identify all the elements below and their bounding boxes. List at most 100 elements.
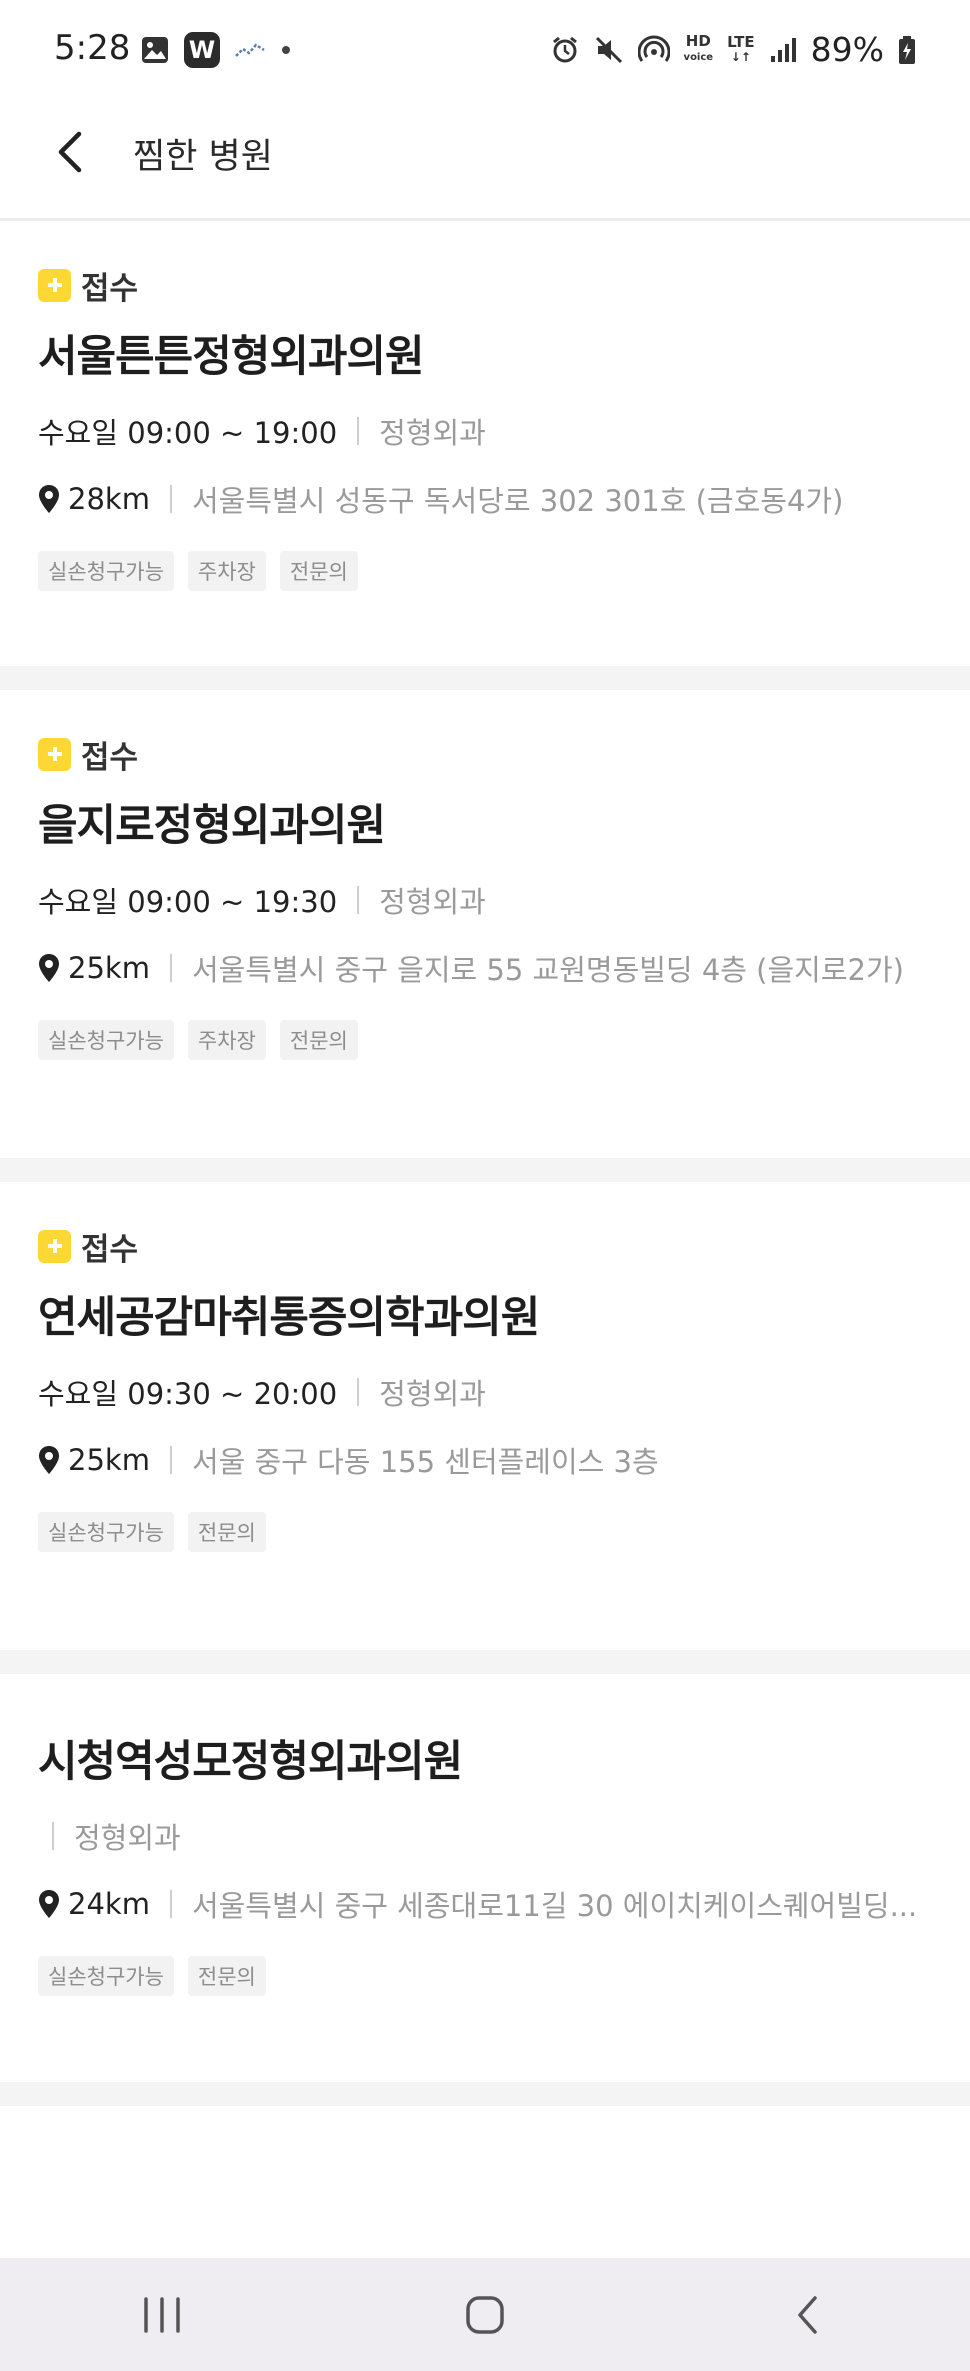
system-back-button[interactable] xyxy=(748,2265,868,2365)
address: 서울특별시 성동구 독서당로 302 301호 (금호동4가) xyxy=(191,484,844,518)
reception-label: 접수 xyxy=(81,270,139,307)
hospital-card[interactable]: 시청역성모정형외과의원 정형외과 24km 서울특별시 중구 세종대로11길 3… xyxy=(0,1674,970,2082)
card-divider xyxy=(0,666,970,690)
card-divider xyxy=(0,2082,970,2106)
home-button[interactable] xyxy=(425,2265,545,2365)
lte-icon: LTE ↓↑ xyxy=(727,33,755,65)
location-pin-icon xyxy=(38,483,62,515)
back-button[interactable] xyxy=(40,122,100,182)
battery-percent: 89% xyxy=(810,30,884,69)
location-pin-icon xyxy=(38,952,62,984)
mute-icon xyxy=(594,35,624,65)
hospital-list: 접수 서울튼튼정형외과의원 수요일 09:00 ~ 19:00 정형외과 28k… xyxy=(0,221,970,2106)
tag-list: 실손청구가능 주차장 전문의 xyxy=(38,551,932,591)
tag-list: 실손청구가능 전문의 xyxy=(38,1956,932,1996)
tag: 전문의 xyxy=(279,1020,358,1060)
distance: 28km xyxy=(68,482,150,516)
tag: 주차장 xyxy=(187,551,266,591)
location-row: 25km 서울 중구 다동 155 센터플레이스 3층 xyxy=(38,1438,932,1482)
lte-label: LTE xyxy=(727,33,755,51)
department: 정형외과 xyxy=(74,1821,181,1855)
location-row: 25km 서울특별시 중구 을지로 55 교원명동빌딩 4층 (을지로2가) xyxy=(38,946,932,990)
battery-charging-icon xyxy=(898,35,916,65)
tag: 실손청구가능 xyxy=(38,1956,174,1996)
location-pin-icon xyxy=(38,1888,62,1920)
card-divider xyxy=(0,1158,970,1182)
tag: 전문의 xyxy=(187,1956,266,1996)
more-notifications-dot-icon xyxy=(280,44,292,56)
status-left-icons: W xyxy=(140,32,292,68)
hospital-name: 을지로정형외과의원 xyxy=(38,801,386,851)
tag: 실손청구가능 xyxy=(38,1512,174,1552)
tag: 전문의 xyxy=(187,1512,266,1552)
tag: 실손청구가능 xyxy=(38,1020,174,1060)
separator xyxy=(169,1890,172,1918)
hd-voice-icon: HD voice xyxy=(684,34,714,65)
hours-row: 수요일 09:00 ~ 19:00 정형외과 xyxy=(38,409,932,453)
reception-badge: 접수 xyxy=(38,265,932,307)
distance: 25km xyxy=(68,951,150,985)
hours-row: 정형외과 xyxy=(38,1814,932,1858)
hospital-name: 시청역성모정형외과의원 xyxy=(38,1737,463,1787)
hours-row: 수요일 09:00 ~ 19:30 정형외과 xyxy=(38,878,932,922)
reception-badge: 접수 xyxy=(38,734,932,776)
department: 정형외과 xyxy=(379,885,486,919)
hospital-card[interactable]: 접수 연세공감마취통증의학과의원 수요일 09:30 ~ 20:00 정형외과 … xyxy=(0,1182,970,1650)
location-row: 24km 서울특별시 중구 세종대로11길 30 에이치케이스퀘어빌딩... xyxy=(38,1882,932,1926)
reception-badge: 접수 xyxy=(38,1226,932,1268)
separator xyxy=(357,1378,360,1406)
hotspot-icon xyxy=(637,35,670,65)
chevron-left-icon xyxy=(58,131,82,173)
department: 정형외과 xyxy=(379,416,486,450)
location-row: 28km 서울특별시 성동구 독서당로 302 301호 (금호동4가) xyxy=(38,477,932,521)
recent-apps-button[interactable] xyxy=(102,2265,222,2365)
separator xyxy=(169,1446,172,1474)
tag-list: 실손청구가능 전문의 xyxy=(38,1512,932,1552)
department: 정형외과 xyxy=(379,1377,486,1411)
separator xyxy=(52,1822,54,1850)
separator xyxy=(169,954,172,982)
status-right-icons: HD voice LTE ↓↑ 89% xyxy=(550,30,916,69)
chart-notification-icon xyxy=(234,40,266,60)
opening-hours: 수요일 09:00 ~ 19:30 xyxy=(38,885,338,919)
separator xyxy=(357,886,360,914)
distance: 25km xyxy=(68,1443,150,1477)
tag: 주차장 xyxy=(187,1020,266,1060)
app-bar: 찜한 병원 xyxy=(0,100,970,221)
opening-hours: 수요일 09:30 ~ 20:00 xyxy=(38,1377,338,1411)
gallery-icon xyxy=(140,35,170,65)
card-divider xyxy=(0,1650,970,1674)
tag: 전문의 xyxy=(279,551,358,591)
system-nav-bar xyxy=(0,2258,970,2371)
signal-icon xyxy=(769,36,797,64)
opening-hours: 수요일 09:00 ~ 19:00 xyxy=(38,416,338,450)
hospital-name: 서울튼튼정형외과의원 xyxy=(38,332,425,382)
distance: 24km xyxy=(68,1887,150,1921)
alarm-icon xyxy=(550,35,580,65)
separator xyxy=(169,485,172,513)
status-time: 5:28 xyxy=(54,28,131,68)
address: 서울 중구 다동 155 센터플레이스 3층 xyxy=(191,1445,659,1479)
hd-voice-bottom: voice xyxy=(683,52,714,63)
plus-icon xyxy=(38,268,71,302)
tag: 실손청구가능 xyxy=(38,551,174,591)
hospital-name: 연세공감마취통증의학과의원 xyxy=(38,1293,540,1343)
w-app-icon: W xyxy=(184,32,220,68)
back-icon xyxy=(798,2295,818,2334)
reception-label: 접수 xyxy=(81,1231,139,1268)
reception-label: 접수 xyxy=(81,739,139,776)
hd-voice-top: HD xyxy=(685,32,711,50)
location-pin-icon xyxy=(38,1444,62,1476)
plus-icon xyxy=(38,1229,71,1263)
status-bar: 5:28 W HD voice LTE ↓↑ 89% xyxy=(0,0,970,100)
hours-row: 수요일 09:30 ~ 20:00 정형외과 xyxy=(38,1370,932,1414)
recent-apps-icon xyxy=(143,2296,180,2333)
hospital-card[interactable]: 접수 서울튼튼정형외과의원 수요일 09:00 ~ 19:00 정형외과 28k… xyxy=(0,221,970,666)
separator xyxy=(357,417,360,445)
home-icon xyxy=(466,2295,504,2334)
plus-icon xyxy=(38,737,71,771)
page-title: 찜한 병원 xyxy=(133,137,273,177)
hospital-card[interactable]: 접수 을지로정형외과의원 수요일 09:00 ~ 19:30 정형외과 25km… xyxy=(0,690,970,1158)
tag-list: 실손청구가능 주차장 전문의 xyxy=(38,1020,932,1060)
address: 서울특별시 중구 을지로 55 교원명동빌딩 4층 (을지로2가) xyxy=(191,953,904,987)
